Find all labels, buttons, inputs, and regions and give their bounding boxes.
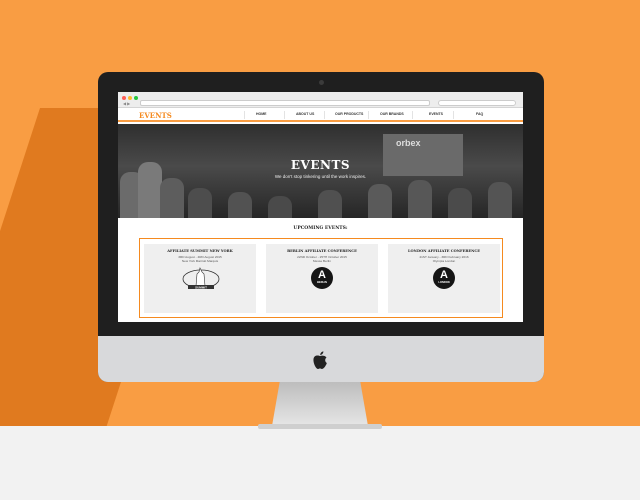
booth-sign: orbex <box>396 138 421 148</box>
crowd-figure <box>488 182 512 218</box>
minimize-window-button[interactable] <box>128 96 132 100</box>
event-venue: Olympia London <box>432 259 456 263</box>
monitor-stand-base <box>258 424 382 429</box>
nav-events[interactable]: EVENTS <box>429 112 443 116</box>
nav-divider <box>412 111 413 119</box>
logo-city: LONDON <box>438 281 450 284</box>
event-card-new-york[interactable]: AFFILIATE SUMMIT NEW YORK 3RD August - 4… <box>144 244 256 313</box>
nav-divider <box>368 111 369 119</box>
event-name: BERLIN AFFILIATE CONFERENCE <box>287 249 357 253</box>
crowd-figure <box>268 196 292 218</box>
close-window-button[interactable] <box>122 96 126 100</box>
upcoming-events-heading: UPCOMING EVENTS: <box>293 226 348 231</box>
summit-logo-text: SUMMIT <box>195 285 207 289</box>
event-name: LONDON AFFILIATE CONFERENCE <box>408 249 480 253</box>
london-conference-logo-icon: A LONDON <box>433 267 455 289</box>
nav-about-us[interactable]: ABOUT US <box>296 112 314 116</box>
hero-title: EVENTS <box>290 158 351 172</box>
nav-home[interactable]: HOME <box>256 112 267 116</box>
camera-icon <box>319 80 324 85</box>
event-name: AFFILIATE SUMMIT NEW YORK <box>167 249 233 253</box>
logo-city: BERLIN <box>317 281 327 284</box>
nav-divider <box>324 111 325 119</box>
event-venue: New York Marriott Marquis <box>181 259 219 263</box>
site-logo[interactable]: EVENTS <box>139 111 172 120</box>
event-venue: Messe Berlin <box>313 259 331 263</box>
berlin-conference-logo-icon: A BERLIN <box>311 267 333 289</box>
back-forward-icon[interactable]: ◀▶ <box>123 101 131 106</box>
logo-letter: A <box>440 269 448 281</box>
apple-icon <box>313 351 327 369</box>
nav-faq[interactable]: FAQ <box>476 112 483 116</box>
hero-banner: orbex EVENTS We don't stop tinkering unt… <box>118 124 523 218</box>
nav-divider <box>284 111 285 119</box>
address-bar[interactable] <box>140 100 430 106</box>
nav-our-products[interactable]: OUR PRODUCTS <box>335 112 363 116</box>
events-container: AFFILIATE SUMMIT NEW YORK 3RD August - 4… <box>139 238 503 318</box>
crowd-figure <box>408 180 432 218</box>
crowd-figure <box>160 178 184 218</box>
event-card-berlin[interactable]: BERLIN AFFILIATE CONFERENCE 22ND October… <box>266 244 378 313</box>
maximize-window-button[interactable] <box>134 96 138 100</box>
browser-search-input[interactable] <box>438 100 516 106</box>
monitor-stand <box>272 382 368 426</box>
site-navbar: EVENTS HOME ABOUT US OUR PRODUCTS OUR BR… <box>118 108 523 122</box>
nav-divider <box>244 111 245 119</box>
browser-screen: ◀▶ EVENTS HOME ABOUT US OUR PRODUCTS OUR… <box>118 92 523 322</box>
crowd-figure <box>448 188 472 218</box>
crowd-figure <box>368 184 392 218</box>
nav-our-brands[interactable]: OUR BRANDS <box>380 112 404 116</box>
affiliate-summit-logo-icon: SUMMIT <box>182 267 220 289</box>
browser-toolbar: ◀▶ <box>118 92 523 108</box>
nav-divider <box>453 111 454 119</box>
logo-letter: A <box>318 269 326 281</box>
crowd-figure <box>228 192 252 218</box>
hero-subtitle: We don't stop tinkering until the work i… <box>274 174 367 179</box>
crowd-figure <box>188 188 212 218</box>
crowd-figure <box>318 190 342 218</box>
event-card-london[interactable]: LONDON AFFILIATE CONFERENCE 21ST January… <box>388 244 500 313</box>
floor <box>0 426 640 500</box>
